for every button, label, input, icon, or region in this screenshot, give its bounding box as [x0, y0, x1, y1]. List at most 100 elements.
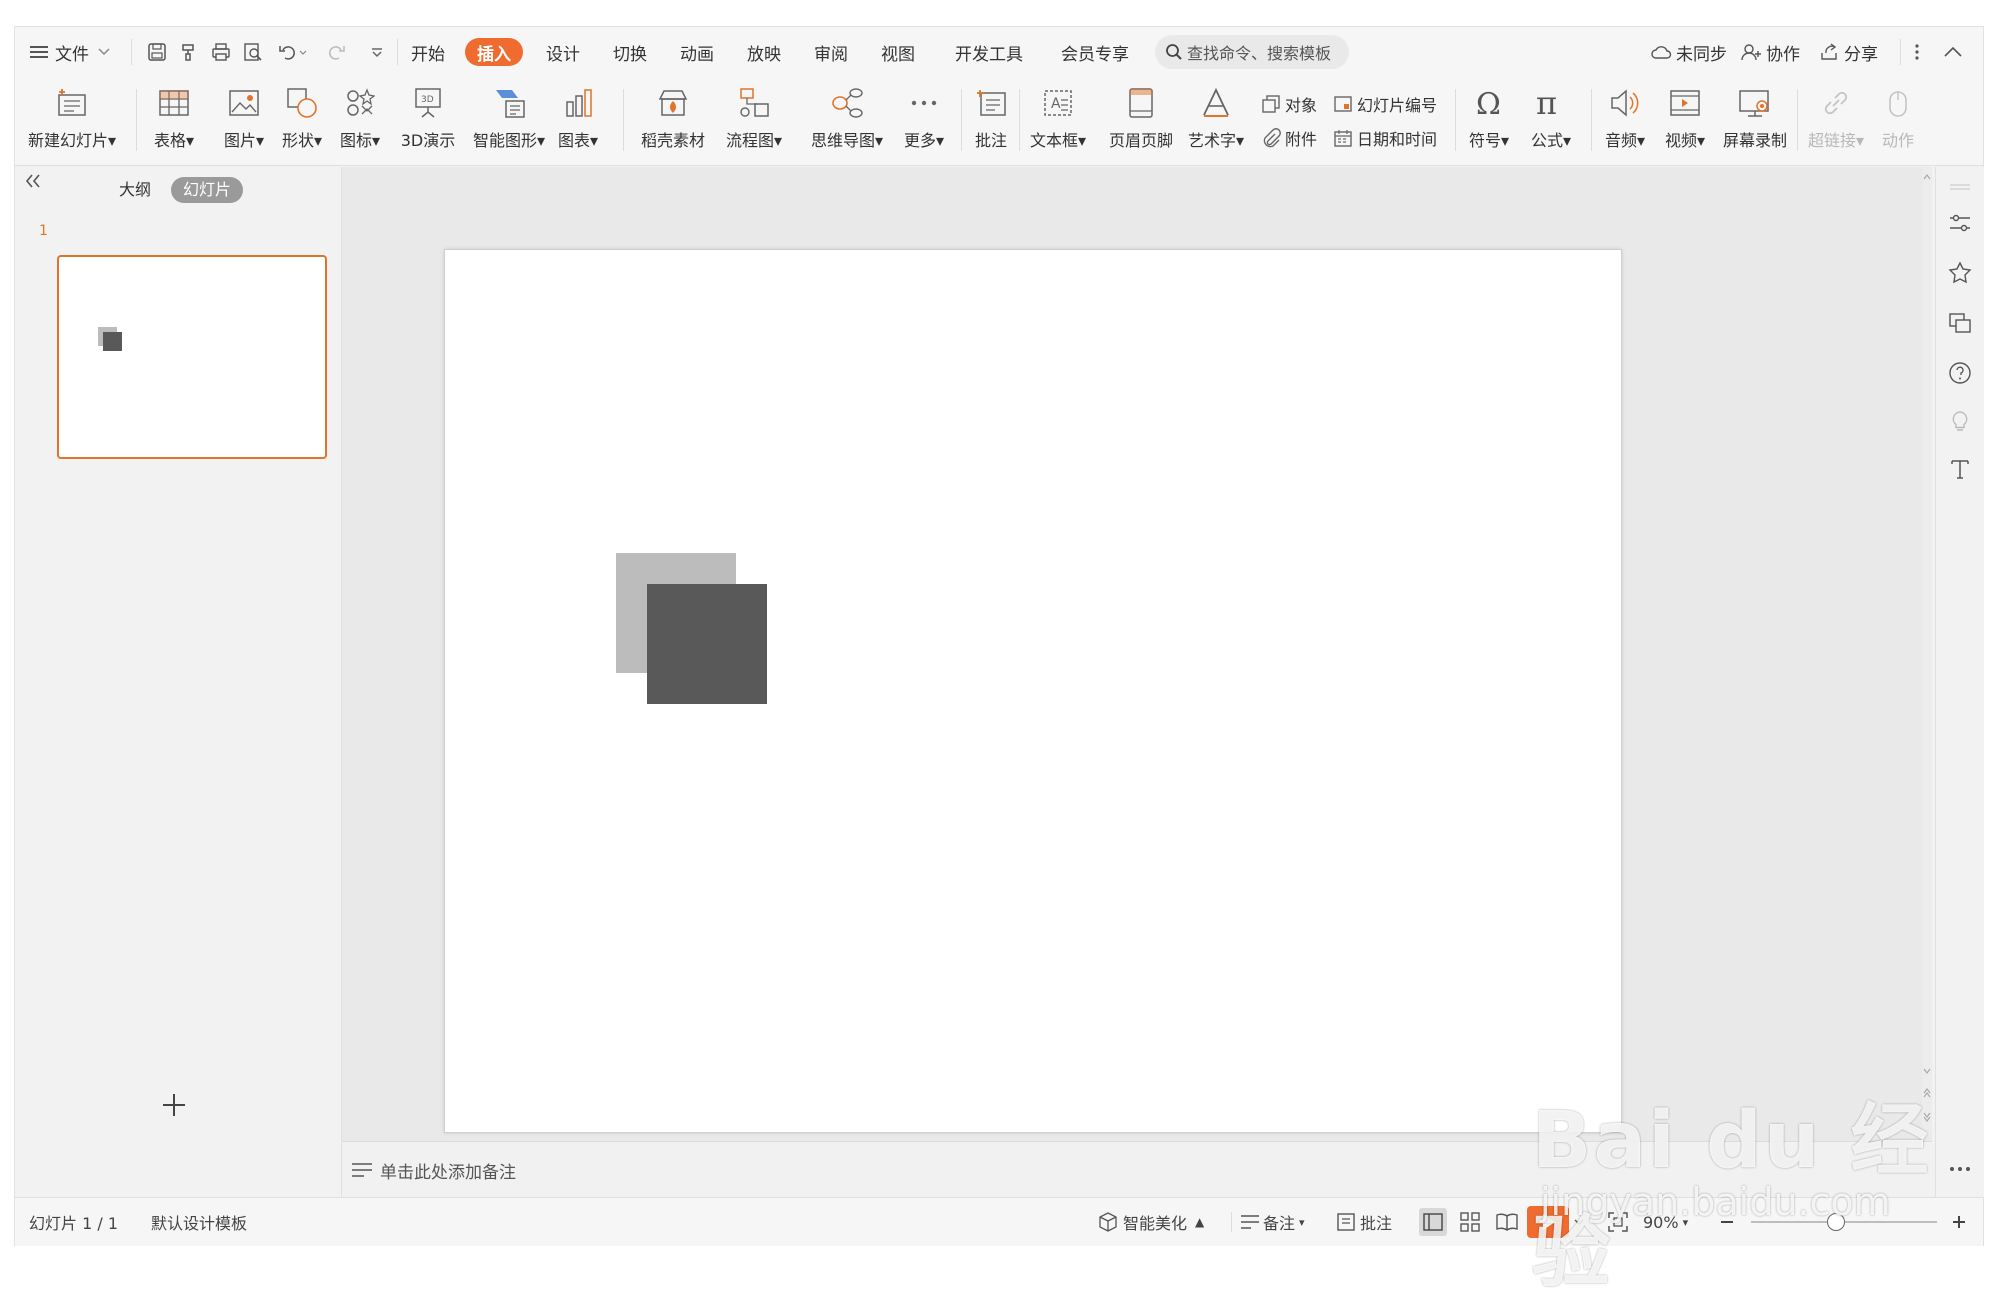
- sync-button[interactable]: 未同步: [1651, 27, 1727, 77]
- undo-button[interactable]: [277, 27, 307, 77]
- help-button[interactable]: [1948, 361, 1972, 385]
- slide-number-button[interactable]: 幻灯片编号: [1333, 89, 1437, 119]
- symbol-button[interactable]: Ω 符号▾: [1461, 79, 1517, 161]
- slide-thumbnail-1[interactable]: [57, 255, 327, 459]
- double-chevron-left-icon: [25, 174, 40, 188]
- table-icon: [159, 90, 189, 116]
- smartart-button[interactable]: 智能图形▾: [469, 79, 549, 161]
- picture-button[interactable]: 图片▾: [219, 79, 269, 161]
- object-button[interactable]: 对象: [1261, 89, 1317, 119]
- wordart-button[interactable]: 艺术字▾: [1185, 79, 1247, 161]
- collapse-ribbon-button[interactable]: [1943, 27, 1963, 77]
- shape-button[interactable]: 形状▾: [277, 79, 327, 161]
- hyperlink-button[interactable]: 超链接▾: [1805, 79, 1867, 161]
- tab-slideshow[interactable]: 放映: [747, 27, 781, 77]
- comments-toggle-button[interactable]: 批注: [1335, 1198, 1392, 1246]
- tab-developer[interactable]: 开发工具: [955, 27, 1023, 77]
- formula-button[interactable]: π 公式▾: [1523, 79, 1579, 161]
- flowchart-button[interactable]: 流程图▾: [719, 79, 789, 161]
- slide-canvas[interactable]: [444, 249, 1622, 1133]
- grip-icon: [1950, 184, 1970, 190]
- slide-number: 1: [39, 223, 48, 239]
- tips-button[interactable]: [1948, 409, 1972, 433]
- more-options-button[interactable]: [1912, 27, 1922, 77]
- redo-button[interactable]: [325, 27, 355, 77]
- attachment-button[interactable]: 附件: [1261, 123, 1317, 153]
- tab-transitions[interactable]: 切换: [613, 27, 647, 77]
- template-name[interactable]: 默认设计模板: [151, 1198, 247, 1246]
- search-placeholder: 查找命令、搜索模板: [1187, 44, 1332, 63]
- mindmap-button[interactable]: 思维导图▾: [803, 79, 891, 161]
- tab-animation[interactable]: 动画: [680, 27, 714, 77]
- reading-view-button[interactable]: [1495, 1198, 1519, 1246]
- vertical-scrollbar[interactable]: [1922, 167, 1932, 1137]
- svg-text:3D: 3D: [421, 95, 434, 105]
- tab-outline[interactable]: 大纲: [119, 177, 151, 203]
- header-footer-button[interactable]: 页眉页脚: [1105, 79, 1177, 161]
- tab-review[interactable]: 审阅: [814, 27, 848, 77]
- panel-grip: [1948, 175, 1972, 199]
- smart-beautify-button[interactable]: 智能美化 ▲: [1097, 1198, 1204, 1246]
- tab-insert[interactable]: 插入: [465, 38, 523, 66]
- animation-pane-button[interactable]: [1948, 261, 1972, 285]
- lightbulb-icon: [1952, 411, 1968, 431]
- slide-panel: 大纲 幻灯片 1: [15, 167, 342, 1197]
- grid-view-icon: [1460, 1212, 1480, 1232]
- new-slide-button[interactable]: 新建幻灯片▾: [28, 79, 116, 161]
- properties-button[interactable]: [1948, 211, 1972, 235]
- icon-library-button[interactable]: 图标▾: [335, 79, 385, 161]
- screen-record-button[interactable]: 屏幕录制: [1719, 79, 1791, 161]
- sorter-view-button[interactable]: [1459, 1198, 1481, 1246]
- tab-member[interactable]: 会员专享: [1061, 27, 1129, 77]
- 3d-demo-button[interactable]: 3D 3D演示: [395, 79, 461, 161]
- textbox-button[interactable]: A 文本框▾: [1025, 79, 1091, 161]
- collapse-panel-button[interactable]: [23, 171, 43, 197]
- more-dots-icon: [911, 100, 937, 106]
- customize-toolbar-button[interactable]: [369, 27, 385, 77]
- font-pane-button[interactable]: [1948, 457, 1972, 481]
- transition-pane-button[interactable]: [1948, 311, 1972, 335]
- tab-design[interactable]: 设计: [546, 27, 580, 77]
- print-preview-button[interactable]: [243, 27, 263, 77]
- add-slide-button[interactable]: [161, 1087, 187, 1127]
- share-button[interactable]: 分享: [1819, 27, 1878, 77]
- new-slide-icon: [58, 89, 86, 116]
- save-button[interactable]: [147, 27, 167, 77]
- comment-icon: [1337, 1213, 1355, 1231]
- tab-home[interactable]: 开始: [411, 27, 445, 77]
- calendar-icon: [1334, 130, 1352, 147]
- notes-toggle-button[interactable]: 备注 ▾: [1239, 1198, 1305, 1246]
- audio-button[interactable]: 音频▾: [1597, 79, 1653, 161]
- chart-button[interactable]: 图表▾: [553, 79, 603, 161]
- mindmap-label: 思维导图: [810, 131, 875, 150]
- normal-view-button[interactable]: [1419, 1198, 1447, 1246]
- divider: [1591, 89, 1592, 151]
- comment-icon: [977, 90, 1006, 116]
- tab-slides[interactable]: 幻灯片: [171, 177, 244, 203]
- table-button[interactable]: 表格▾: [149, 79, 199, 161]
- collaborate-button[interactable]: 协作: [1741, 27, 1800, 77]
- divider: [1797, 89, 1798, 151]
- chevron-up-icon: [1944, 46, 1962, 57]
- action-button[interactable]: 动作: [1875, 79, 1921, 161]
- 3d-demo-label: 3D演示: [400, 131, 456, 150]
- tab-view[interactable]: 视图: [881, 27, 915, 77]
- screen-record-icon: [1739, 90, 1769, 117]
- picture-icon: [229, 90, 259, 116]
- comment-button[interactable]: 批注: [967, 79, 1015, 161]
- file-menu[interactable]: 文件: [29, 27, 111, 77]
- docer-materials-button[interactable]: 稻壳素材: [635, 79, 711, 161]
- video-button[interactable]: 视频▾: [1657, 79, 1713, 161]
- more-insert-button[interactable]: 更多▾: [899, 79, 949, 161]
- format-painter-button[interactable]: [179, 27, 199, 77]
- attachment-label: 附件: [1285, 130, 1318, 149]
- square-shape-front[interactable]: [647, 584, 767, 704]
- search-command-box[interactable]: 查找命令、搜索模板: [1155, 35, 1349, 69]
- comments-toggle-label: 批注: [1360, 1214, 1393, 1233]
- object-label: 对象: [1285, 96, 1318, 115]
- paperclip-icon: [1263, 128, 1281, 148]
- print-button[interactable]: [211, 27, 231, 77]
- chevron-down-icon: [98, 48, 110, 56]
- datetime-button[interactable]: 日期和时间: [1333, 123, 1437, 153]
- object-icon: [1262, 95, 1280, 113]
